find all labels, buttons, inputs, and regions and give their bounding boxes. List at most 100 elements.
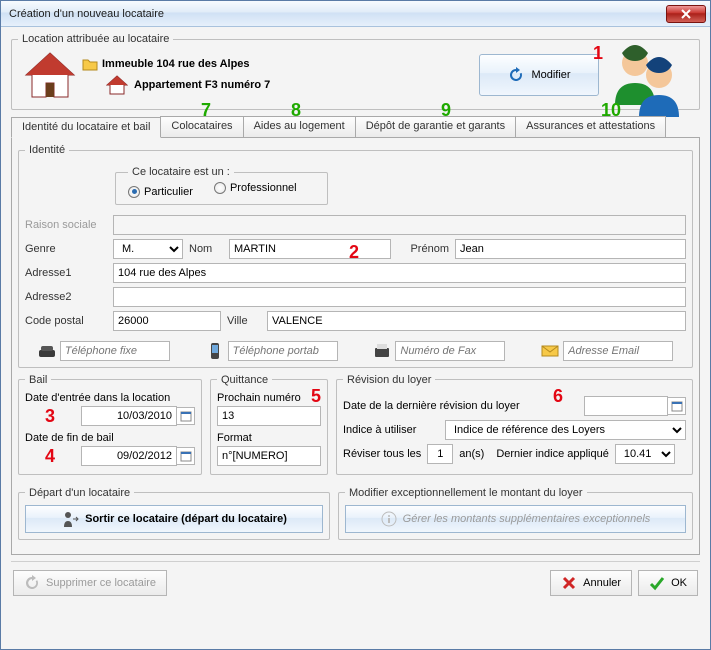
cancel-button[interactable]: Annuler: [550, 570, 632, 596]
small-house-icon: [106, 75, 128, 95]
gerer-label: Gérer les montants supplémentaires excep…: [403, 513, 651, 525]
sortir-button[interactable]: Sortir ce locataire (départ du locataire…: [25, 505, 323, 533]
dialog-window: Création d'un nouveau locataire Location…: [0, 0, 711, 650]
fax-input[interactable]: [395, 341, 505, 361]
revision-legend: Révision du loyer: [343, 374, 435, 386]
rev-date-input[interactable]: [584, 396, 668, 416]
rev-date-label: Date de la dernière révision du loyer: [343, 400, 520, 412]
modify-label: Modifier: [531, 69, 570, 81]
dernier-select[interactable]: 10.41: [615, 444, 675, 464]
format-label: Format: [217, 432, 321, 444]
tab-identite[interactable]: Identité du locataire et bail: [11, 117, 161, 138]
raison-label: Raison sociale: [25, 219, 107, 231]
calendar-icon[interactable]: [668, 397, 686, 415]
cp-label: Code postal: [25, 315, 107, 327]
radio-particulier[interactable]: Particulier: [128, 186, 193, 198]
identity-fieldset: Identité Ce locataire est un : Particuli…: [18, 144, 693, 368]
date-entree-label: Date d'entrée dans la location: [25, 392, 195, 404]
close-icon: [681, 9, 691, 19]
bail-legend: Bail: [25, 374, 51, 386]
tenant-type-legend: Ce locataire est un :: [128, 166, 234, 178]
depart-fieldset: Départ d'un locataire Sortir ce locatair…: [18, 487, 330, 540]
depart-legend: Départ d'un locataire: [25, 487, 134, 499]
tab-panel: Identité Ce locataire est un : Particuli…: [11, 137, 700, 555]
tenant-type-box: Ce locataire est un : Particulier Profes…: [115, 166, 328, 205]
content: Location attribuée au locataire Immeuble…: [1, 27, 710, 604]
tab-colocataires[interactable]: Colocataires: [160, 116, 243, 137]
unit-name: Appartement F3 numéro 7: [134, 79, 270, 91]
separator: [11, 561, 700, 562]
prochain-input[interactable]: [217, 406, 321, 426]
identity-legend: Identité: [25, 144, 69, 156]
dernier-label: Dernier indice appliqué: [496, 448, 609, 460]
actions-row: Départ d'un locataire Sortir ce locatair…: [18, 487, 693, 546]
reviser-unit: an(s): [459, 448, 484, 460]
quittance-legend: Quittance: [217, 374, 272, 386]
prochain-label: Prochain numéro: [217, 392, 321, 404]
adresse1-label: Adresse1: [25, 267, 107, 279]
phone-fixed-icon: [38, 342, 56, 360]
cancel-label: Annuler: [583, 577, 621, 589]
fax-icon: [373, 342, 391, 360]
adresse2-input[interactable]: [113, 287, 686, 307]
cancel-icon: [561, 575, 577, 591]
building-line: Immeuble 104 rue des Alpes: [82, 57, 479, 71]
adresse1-input[interactable]: [113, 263, 686, 283]
unit-line: Appartement F3 numéro 7: [106, 75, 479, 95]
genre-label: Genre: [25, 243, 107, 255]
radio-professionnel[interactable]: Professionnel: [214, 182, 297, 194]
email-icon: [541, 342, 559, 360]
ok-button[interactable]: OK: [638, 570, 698, 596]
footer: Supprimer ce locataire Annuler OK: [11, 568, 700, 596]
refresh-icon: [24, 575, 40, 591]
date-fin-input[interactable]: [81, 446, 177, 466]
phone-mobile-icon: [206, 342, 224, 360]
revision-fieldset: Révision du loyer Date de la dernière ré…: [336, 374, 693, 475]
contacts-row: [25, 341, 686, 361]
email-input[interactable]: [563, 341, 673, 361]
ville-input[interactable]: [267, 311, 686, 331]
cp-input[interactable]: [113, 311, 221, 331]
radio-icon: [214, 182, 226, 194]
format-input[interactable]: [217, 446, 321, 466]
tab-depot[interactable]: Dépôt de garantie et garants: [355, 116, 516, 137]
bail-fieldset: Bail Date d'entrée dans la location Date…: [18, 374, 202, 475]
house-icon: [24, 51, 76, 99]
exit-person-icon: [61, 510, 79, 528]
reviser-input[interactable]: [427, 444, 453, 464]
reviser-label: Réviser tous les: [343, 448, 421, 460]
bottom-row: Bail Date d'entrée dans la location Date…: [18, 374, 693, 481]
genre-select[interactable]: M.: [113, 239, 183, 259]
tabs: Identité du locataire et bail Colocatair…: [11, 116, 700, 137]
close-button[interactable]: [666, 5, 706, 23]
quittance-fieldset: Quittance Prochain numéro Format 5: [210, 374, 328, 475]
date-entree-input[interactable]: [81, 406, 177, 426]
calendar-icon[interactable]: [177, 407, 195, 425]
refresh-icon: [507, 66, 525, 84]
location-legend: Location attribuée au locataire: [18, 33, 173, 45]
indice-select[interactable]: Indice de référence des Loyers: [445, 420, 686, 440]
check-icon: [649, 575, 665, 591]
prenom-input[interactable]: [455, 239, 686, 259]
window-title: Création d'un nouveau locataire: [9, 8, 666, 20]
location-header: Immeuble 104 rue des Alpes Appartement F…: [18, 51, 693, 99]
titlebar: Création d'un nouveau locataire: [1, 1, 710, 27]
nom-label: Nom: [189, 243, 223, 255]
location-fieldset: Location attribuée au locataire Immeuble…: [11, 33, 700, 110]
nom-input[interactable]: [229, 239, 391, 259]
modify-button[interactable]: Modifier: [479, 54, 599, 96]
calendar-icon[interactable]: [177, 447, 195, 465]
adresse2-label: Adresse2: [25, 291, 107, 303]
tab-aides[interactable]: Aides au logement: [243, 116, 356, 137]
sortir-label: Sortir ce locataire (départ du locataire…: [85, 513, 287, 525]
building-name: Immeuble 104 rue des Alpes: [102, 58, 250, 70]
gerer-button: Gérer les montants supplémentaires excep…: [345, 505, 686, 533]
delete-label: Supprimer ce locataire: [46, 577, 156, 589]
folder-icon: [82, 57, 98, 71]
tel-portable-input[interactable]: [228, 341, 338, 361]
prenom-label: Prénom: [397, 243, 449, 255]
except-fieldset: Modifier exceptionnellement le montant d…: [338, 487, 693, 540]
tab-assurances[interactable]: Assurances et attestations: [515, 116, 666, 137]
tel-fixe-input[interactable]: [60, 341, 170, 361]
delete-button: Supprimer ce locataire: [13, 570, 167, 596]
